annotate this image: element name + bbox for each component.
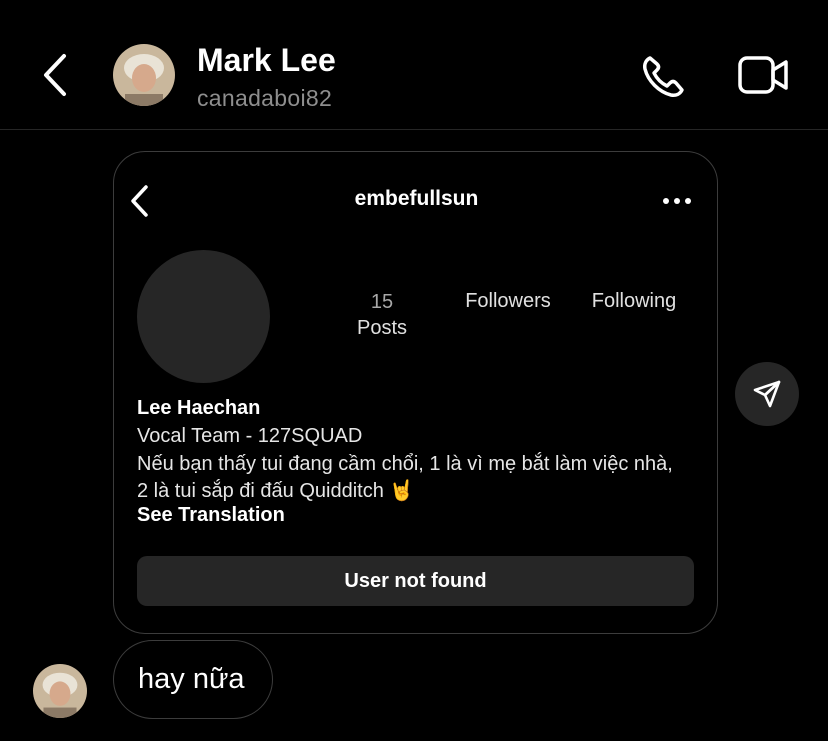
video-camera-icon — [738, 56, 788, 94]
more-horizontal-icon — [663, 198, 691, 204]
profile-picture-placeholder — [137, 250, 270, 383]
following-label: Following — [591, 290, 677, 312]
followers-stat: Followers — [456, 288, 560, 314]
share-button[interactable] — [735, 362, 799, 426]
posts-stat: 15 Posts — [346, 289, 418, 341]
chat-header: Mark Lee canadaboi82 — [0, 0, 828, 130]
chevron-left-icon — [44, 54, 66, 96]
bio-category: Vocal Team - 127SQUAD — [137, 425, 363, 447]
contact-avatar[interactable] — [113, 44, 175, 106]
following-stat: Following — [584, 288, 684, 314]
posts-label: Posts — [356, 317, 408, 339]
contact-handle: canadaboi82 — [197, 85, 333, 111]
sender-avatar[interactable] — [33, 664, 87, 718]
audio-call-button[interactable] — [640, 52, 690, 100]
more-options-button — [659, 190, 695, 212]
see-translation-link[interactable]: See Translation — [137, 504, 285, 527]
video-call-button[interactable] — [737, 52, 791, 98]
shared-profile-card[interactable]: embefullsun 15 Posts Followers Following… — [113, 151, 718, 634]
followers-label: Followers — [465, 290, 551, 312]
posts-count: 15 — [370, 291, 394, 313]
bio-text: Nếu bạn thấy tui đang cầm chổi, 1 là vì … — [137, 453, 673, 502]
user-not-found-button[interactable]: User not found — [137, 556, 694, 606]
profile-username: embefullsun — [354, 187, 479, 210]
contact-name[interactable]: Mark Lee — [197, 42, 336, 79]
message-text: hay nữa — [138, 663, 245, 695]
message-bubble[interactable]: hay nữa — [113, 640, 273, 719]
phone-icon — [643, 56, 684, 97]
paper-plane-icon — [753, 380, 781, 408]
bio-name: Lee Haechan — [137, 397, 261, 419]
back-button[interactable] — [36, 50, 76, 100]
